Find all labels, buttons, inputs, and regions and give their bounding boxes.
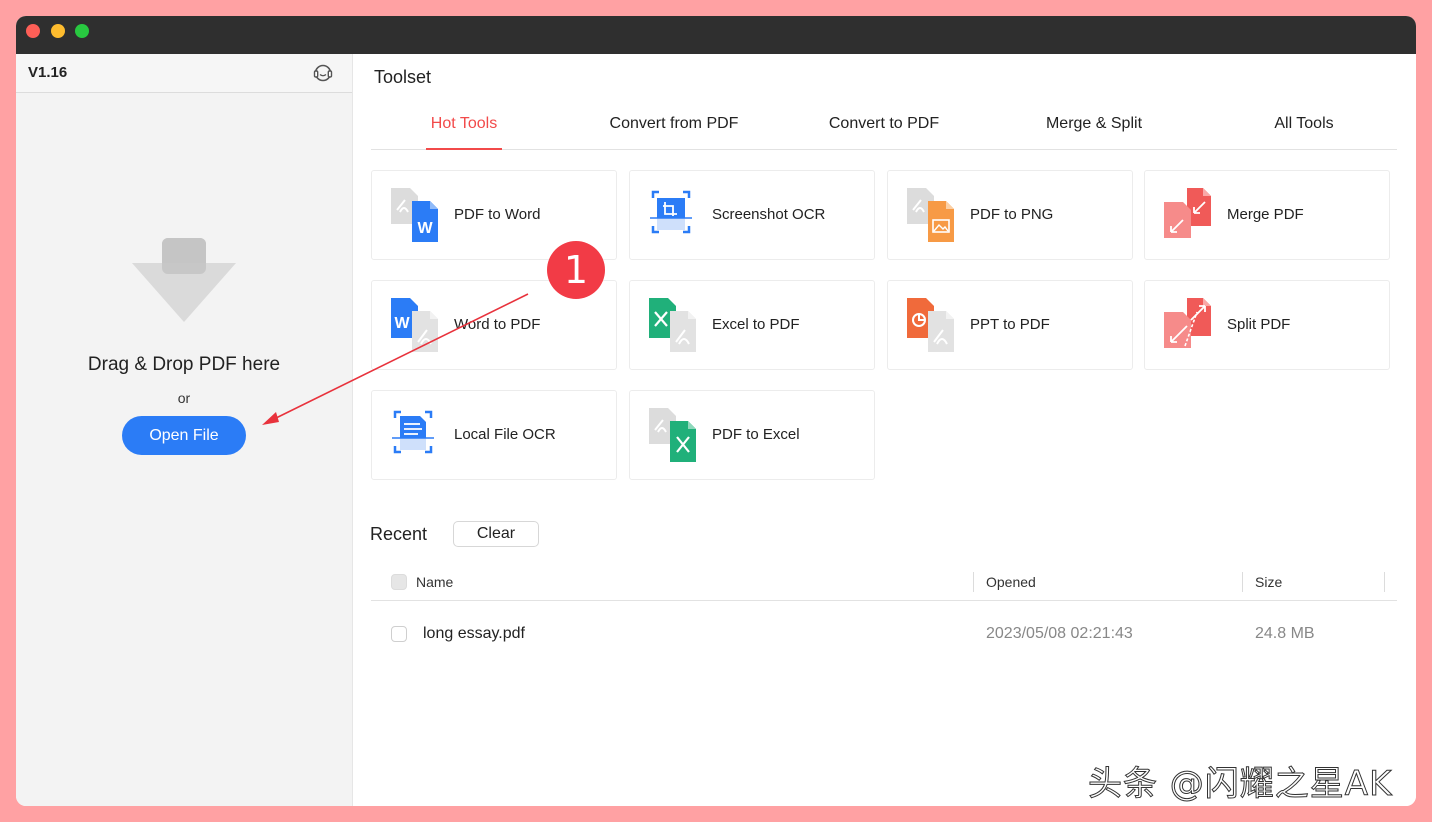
tab-merge-split[interactable]: Merge & Split [1001,99,1187,149]
tool-card-excel-to-pdf[interactable]: Excel to PDF [629,280,875,370]
tool-card-local-file-ocr[interactable]: Local File OCR [371,390,617,480]
column-divider[interactable] [1242,572,1243,592]
app-window: V1.16 Drag & Drop PDF here or Open File … [16,16,1416,806]
local-file-ocr-icon [392,410,434,454]
tool-tabs: Hot Tools Convert from PDF Convert to PD… [371,99,1397,150]
file-size: 24.8 MB [1255,625,1315,642]
headset-icon[interactable] [312,62,334,84]
tool-label: Merge PDF [1227,206,1304,223]
tool-label: Excel to PDF [712,316,800,333]
tool-card-split-pdf[interactable]: Split PDF [1144,280,1390,370]
screenshot-ocr-icon [650,190,692,234]
zoom-window-button[interactable] [75,24,89,38]
watermark-text: 头条 @闪耀之星AK [1087,764,1393,805]
minimize-window-button[interactable] [51,24,65,38]
version-label: V1.16 [28,64,68,81]
sidebar-header: V1.16 [16,54,352,93]
svg-text:W: W [394,315,410,332]
word-to-pdf-icon: W [391,298,438,352]
excel-to-pdf-icon [649,298,696,352]
select-all-checkbox[interactable] [391,574,407,590]
download-arrow-icon [132,238,236,322]
ppt-to-pdf-icon [907,298,954,352]
open-file-button[interactable]: Open File [122,416,246,455]
column-header-size[interactable]: Size [1255,564,1282,600]
active-tab-indicator [426,148,502,150]
close-window-button[interactable] [26,24,40,38]
pdf-to-word-icon: W [391,188,438,242]
file-opened-time: 2023/05/08 02:21:43 [986,625,1133,642]
drop-zone-text: Drag & Drop PDF here [87,354,281,375]
title-bar [16,16,1416,54]
svg-text:W: W [417,220,433,237]
column-header-opened[interactable]: Opened [986,564,1036,600]
file-name: long essay.pdf [423,625,525,642]
page-title: Toolset [374,67,432,87]
sidebar: V1.16 Drag & Drop PDF here or Open File [16,54,353,806]
tab-convert-from-pdf[interactable]: Convert from PDF [581,99,767,149]
pdf-to-png-icon [907,188,954,242]
column-header-name[interactable]: Name [416,564,453,600]
column-divider[interactable] [1384,572,1385,592]
column-divider[interactable] [973,572,974,592]
tab-convert-to-pdf[interactable]: Convert to PDF [791,99,977,149]
tool-label: Local File OCR [454,426,556,443]
recent-table-header: Name Opened Size [371,564,1397,601]
tool-label: Screenshot OCR [712,206,826,223]
step-badge: 1 [547,241,605,299]
tool-label: Split PDF [1227,316,1291,333]
table-row[interactable]: long essay.pdf 2023/05/08 02:21:43 24.8 … [371,616,1397,652]
row-checkbox[interactable] [391,626,407,642]
tool-card-merge-pdf[interactable]: Merge PDF [1144,170,1390,260]
tool-label: PDF to Word [454,206,541,223]
tool-card-pdf-to-excel[interactable]: PDF to Excel [629,390,875,480]
tool-card-pdf-to-png[interactable]: PDF to PNG [887,170,1133,260]
tool-label: PDF to PNG [970,206,1054,223]
tab-hot-tools[interactable]: Hot Tools [371,99,557,149]
main-panel: Toolset Hot Tools Convert from PDF Conve… [353,54,1416,806]
recent-heading: Recent [370,524,428,544]
tool-label: PPT to PDF [970,316,1050,333]
merge-pdf-icon [1164,188,1211,238]
split-pdf-icon [1164,298,1211,348]
clear-recent-button[interactable]: Clear [453,521,539,547]
tool-card-screenshot-ocr[interactable]: Screenshot OCR [629,170,875,260]
tab-all-tools[interactable]: All Tools [1211,99,1397,149]
tool-label: Word to PDF [454,316,541,333]
or-separator: or [177,390,191,406]
pdf-to-excel-icon [649,408,696,462]
tool-label: PDF to Excel [712,426,800,443]
tool-card-ppt-to-pdf[interactable]: PPT to PDF [887,280,1133,370]
